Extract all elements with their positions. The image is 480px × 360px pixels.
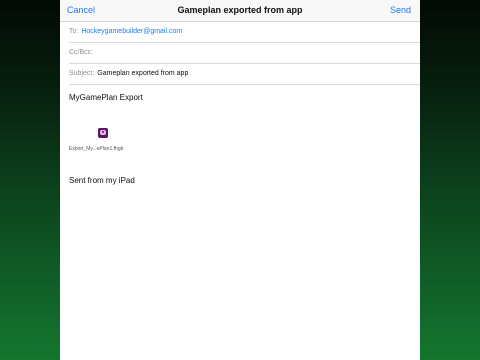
send-button[interactable]: Send xyxy=(390,5,411,15)
file-attachment-icon[interactable] xyxy=(98,128,108,138)
compose-title: Gameplan exported from app xyxy=(177,5,303,15)
to-recipient[interactable]: Hockeygamebuilder@gmail.com xyxy=(81,28,182,35)
attachment-filename[interactable]: Export_My...ePlan1.fhgb xyxy=(69,146,123,152)
attachment-icon-dot xyxy=(102,131,104,133)
subject-field[interactable]: Subject: Gameplan exported from app xyxy=(69,64,420,85)
compose-navbar: Cancel Gameplan exported from app Send xyxy=(60,0,420,22)
screen: Cancel Gameplan exported from app Send T… xyxy=(0,0,480,360)
compose-sheet: Cancel Gameplan exported from app Send T… xyxy=(60,0,420,360)
message-heading: MyGamePlan Export xyxy=(69,93,143,102)
to-field[interactable]: To: Hockeygamebuilder@gmail.com xyxy=(69,22,420,43)
cc-bcc-field[interactable]: Cc/Bcc: xyxy=(69,43,420,64)
cc-bcc-label: Cc/Bcc: xyxy=(69,49,94,56)
to-label: To: xyxy=(69,28,79,35)
subject-label: Subject: xyxy=(69,70,95,77)
subject-value[interactable]: Gameplan exported from app xyxy=(97,70,188,77)
signature: Sent from my iPad xyxy=(69,176,135,185)
